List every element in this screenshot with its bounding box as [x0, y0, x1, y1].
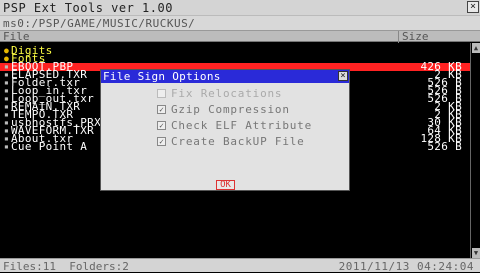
folder-row[interactable]: ● Digits — [0, 45, 470, 56]
column-header: File Size — [0, 30, 480, 43]
column-size[interactable]: Size — [398, 31, 429, 43]
dialog-close-icon[interactable]: × — [338, 71, 348, 81]
close-icon[interactable]: × — [467, 1, 479, 13]
scroll-down-icon[interactable]: ▼ — [472, 248, 480, 258]
checkbox[interactable]: ✓ — [157, 105, 166, 114]
column-file[interactable]: File — [3, 31, 30, 42]
title-bar: PSP Ext Tools ver 1.00 × — [0, 0, 480, 15]
scroll-up-icon[interactable]: ▲ — [472, 43, 480, 53]
folders-count: Folders:2 — [69, 260, 129, 273]
path-bar: ms0:/PSP/GAME/MUSIC/RUCKUS/ — [0, 15, 480, 30]
dialog-title-bar: File Sign Options × — [101, 70, 349, 83]
files-count: Files:11 — [3, 260, 56, 273]
scrollbar[interactable]: ▲ ▼ — [470, 43, 480, 258]
app-title: PSP Ext Tools ver 1.00 — [3, 1, 173, 15]
status-bar: Files:11 Folders:2 2011/11/13 04:24:04 — [0, 258, 480, 272]
option-label: Create BackUP File — [171, 135, 305, 148]
checkbox[interactable]: ✓ — [157, 121, 166, 130]
datetime: 2011/11/13 04:24:04 — [338, 260, 474, 273]
ok-button[interactable]: OK — [216, 180, 235, 190]
current-path: ms0:/PSP/GAME/MUSIC/RUCKUS/ — [3, 17, 196, 30]
file-folder-count: Files:11 Folders:2 — [3, 261, 129, 272]
checkbox[interactable]: ✓ — [157, 137, 166, 146]
file-size: 526 B — [427, 140, 462, 153]
option-label: Gzip Compression — [171, 103, 290, 116]
option-label: Fix Relocations — [171, 87, 283, 100]
dialog-title: File Sign Options — [103, 70, 221, 83]
option-label: Check ELF Attribute — [171, 119, 313, 132]
checkbox[interactable] — [157, 89, 166, 98]
file-sign-options-dialog: File Sign Options × Fix Relocations ✓ Gzip… — [100, 69, 350, 191]
file-icon: ▪ — [4, 142, 9, 151]
file-name: Cue Point A — [11, 140, 88, 153]
